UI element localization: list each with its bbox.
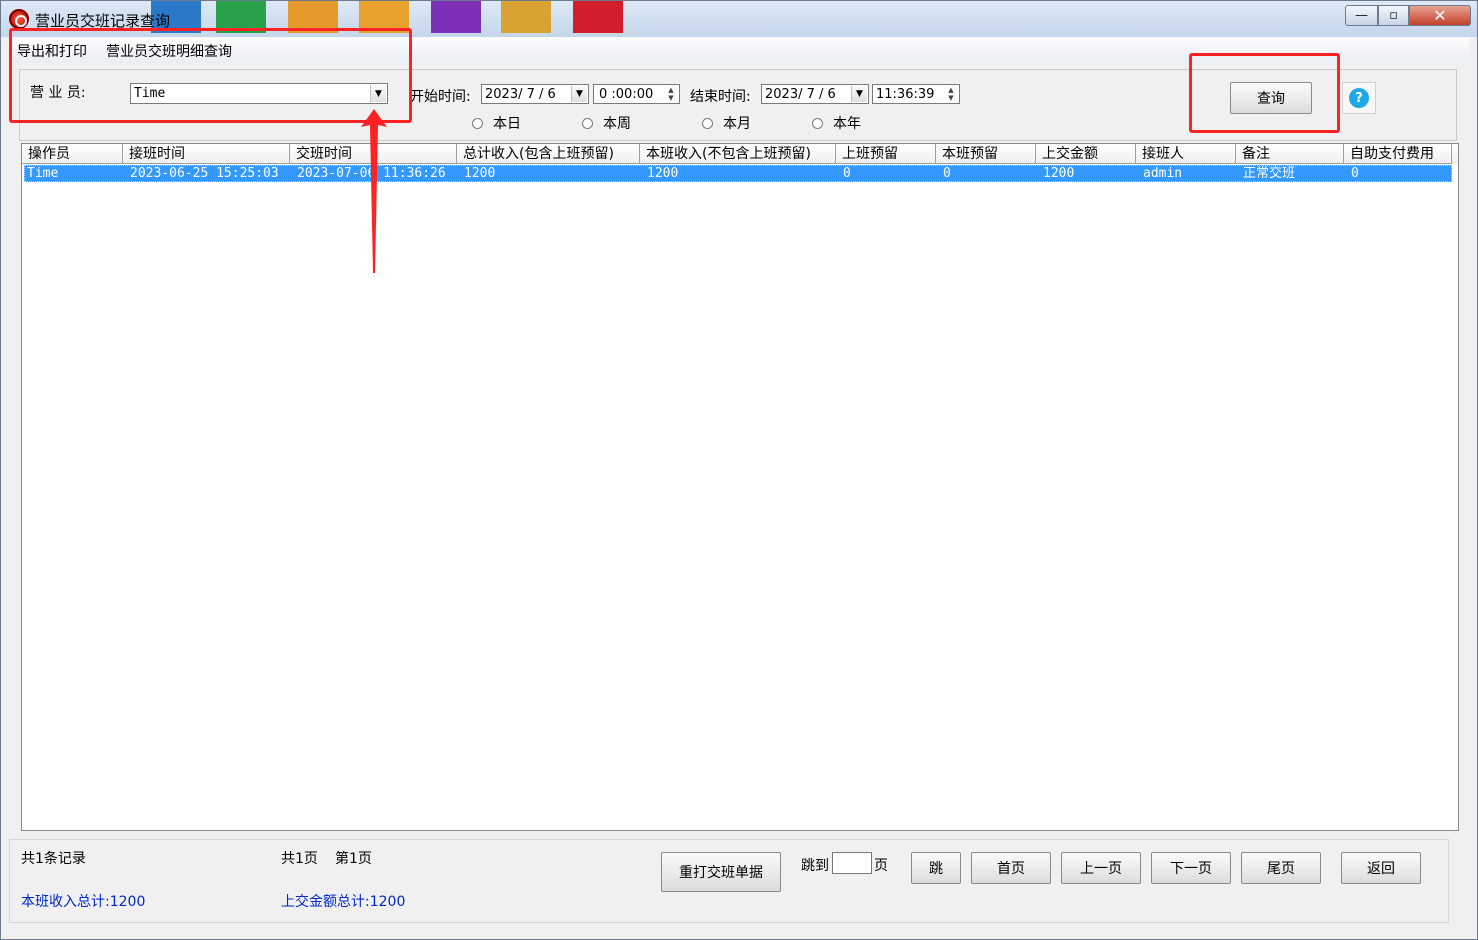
- radio-this-month-label: 本月: [723, 116, 751, 132]
- cell-shift-income: 1200: [647, 166, 679, 181]
- column-header-remark[interactable]: 备注: [1236, 144, 1344, 164]
- cell-operator: Time: [27, 166, 59, 181]
- record-count: 共1条记录: [21, 851, 86, 867]
- next-page-button[interactable]: 下一页: [1151, 852, 1231, 884]
- end-time-spinner[interactable]: 11:36:39 ▲ ▼: [872, 84, 960, 104]
- app-logo-icon: [9, 9, 29, 29]
- prev-page-button[interactable]: 上一页: [1061, 852, 1141, 884]
- cell-total-income: 1200: [464, 166, 496, 181]
- radio-this-month[interactable]: 本月: [702, 113, 751, 133]
- column-header-self-payment-fee[interactable]: 自助支付费用: [1344, 144, 1452, 164]
- start-time-value: 0 :00:00: [599, 87, 654, 102]
- radio-today-label: 本日: [493, 116, 521, 132]
- grid-header: 操作员 接班时间 交班时间 总计收入(包含上班预留) 本班收入(不包含上班预留)…: [22, 144, 1458, 164]
- help-button[interactable]: ?: [1342, 82, 1376, 114]
- reprint-button[interactable]: 重打交班单据: [661, 852, 781, 892]
- column-header-shift-income[interactable]: 本班收入(不包含上班预留): [640, 144, 836, 164]
- start-time-label: 开始时间:: [410, 89, 471, 105]
- shift-income-total: 本班收入总计:1200: [21, 894, 146, 910]
- end-date-value: 2023/ 7 / 6: [765, 87, 836, 102]
- annotation-arrow-icon: [361, 109, 387, 273]
- radio-circle-icon: [812, 118, 823, 129]
- start-time-spinner[interactable]: 0 :00:00 ▲ ▼: [593, 84, 680, 104]
- help-icon: ?: [1349, 88, 1369, 108]
- jump-page-input[interactable]: [832, 852, 872, 874]
- app-window: 营业员交班记录查询 — ▫ ✕ 导出和打印 营业员交班明细查询 营 业 员: T…: [0, 0, 1478, 940]
- shift-record-grid[interactable]: 操作员 接班时间 交班时间 总计收入(包含上班预留) 本班收入(不包含上班预留)…: [21, 143, 1459, 831]
- cell-remark: 正常交班: [1243, 166, 1296, 181]
- minimize-button[interactable]: —: [1345, 5, 1378, 26]
- radio-this-year-label: 本年: [833, 116, 861, 132]
- jump-button[interactable]: 跳: [911, 852, 961, 884]
- cell-receiver: admin: [1143, 166, 1183, 181]
- spinner-arrows-icon[interactable]: ▲ ▼: [664, 86, 678, 102]
- close-icon: ✕: [1433, 6, 1447, 25]
- cell-self-payment-fee: 0: [1351, 166, 1359, 181]
- column-header-previous-reserve[interactable]: 上班预留: [836, 144, 936, 164]
- radio-circle-icon: [472, 118, 483, 129]
- start-date-picker[interactable]: 2023/ 7 / 6 ▼: [481, 84, 589, 104]
- radio-this-year[interactable]: 本年: [812, 113, 861, 133]
- maximize-button[interactable]: ▫: [1378, 5, 1409, 26]
- prev-page-label: 上一页: [1080, 861, 1122, 877]
- radio-today[interactable]: 本日: [472, 113, 521, 133]
- end-time-value: 11:36:39: [876, 87, 935, 102]
- calendar-dropdown-icon[interactable]: ▼: [571, 86, 587, 102]
- jump-label: 跳到: [801, 858, 829, 874]
- column-header-operator[interactable]: 操作员: [22, 144, 123, 164]
- first-page-label: 首页: [997, 861, 1025, 877]
- reprint-button-label: 重打交班单据: [679, 865, 763, 881]
- cell-current-reserve: 0: [943, 166, 951, 181]
- back-button[interactable]: 返回: [1341, 852, 1421, 884]
- footer-panel: 共1条记录 共1页 第1页 本班收入总计:1200 上交金额总计:1200 重打…: [9, 839, 1449, 923]
- annotation-highlight-query: [1189, 53, 1340, 133]
- column-header-handover-amount[interactable]: 上交金额: [1036, 144, 1136, 164]
- background-tile-purple: [431, 1, 481, 33]
- next-page-label: 下一页: [1170, 861, 1212, 877]
- last-page-label: 尾页: [1267, 861, 1295, 877]
- handover-total: 上交金额总计:1200: [281, 894, 406, 910]
- jump-unit-label: 页: [874, 858, 888, 874]
- end-date-picker[interactable]: 2023/ 7 / 6 ▼: [761, 84, 869, 104]
- end-time-label: 结束时间:: [690, 89, 751, 105]
- background-tile-gold: [501, 1, 551, 33]
- page-total: 共1页: [281, 851, 318, 867]
- radio-circle-icon: [702, 118, 713, 129]
- last-page-button[interactable]: 尾页: [1241, 852, 1321, 884]
- radio-this-week-label: 本周: [603, 116, 631, 132]
- cell-previous-reserve: 0: [843, 166, 851, 181]
- column-header-current-reserve[interactable]: 本班预留: [936, 144, 1036, 164]
- radio-circle-icon: [582, 118, 593, 129]
- column-header-total-income[interactable]: 总计收入(包含上班预留): [457, 144, 640, 164]
- start-date-value: 2023/ 7 / 6: [485, 87, 556, 102]
- page-current: 第1页: [335, 851, 372, 867]
- minimize-icon: —: [1355, 8, 1368, 23]
- cell-take-over-time: 2023-06-25 15:25:03: [130, 166, 279, 181]
- calendar-dropdown-icon[interactable]: ▼: [851, 86, 867, 102]
- spinner-arrows-icon[interactable]: ▲ ▼: [944, 86, 958, 102]
- close-button[interactable]: ✕: [1409, 5, 1471, 26]
- cell-handover-amount: 1200: [1043, 166, 1075, 181]
- first-page-button[interactable]: 首页: [971, 852, 1051, 884]
- table-row[interactable]: Time 2023-06-25 15:25:03 2023-07-06 11:3…: [24, 165, 1452, 182]
- column-header-take-over-time[interactable]: 接班时间: [123, 144, 290, 164]
- jump-button-label: 跳: [929, 861, 943, 877]
- maximize-icon: ▫: [1389, 8, 1398, 23]
- radio-this-week[interactable]: 本周: [582, 113, 631, 133]
- column-header-receiver[interactable]: 接班人: [1136, 144, 1236, 164]
- back-button-label: 返回: [1367, 861, 1395, 877]
- background-tile-red: [573, 1, 623, 33]
